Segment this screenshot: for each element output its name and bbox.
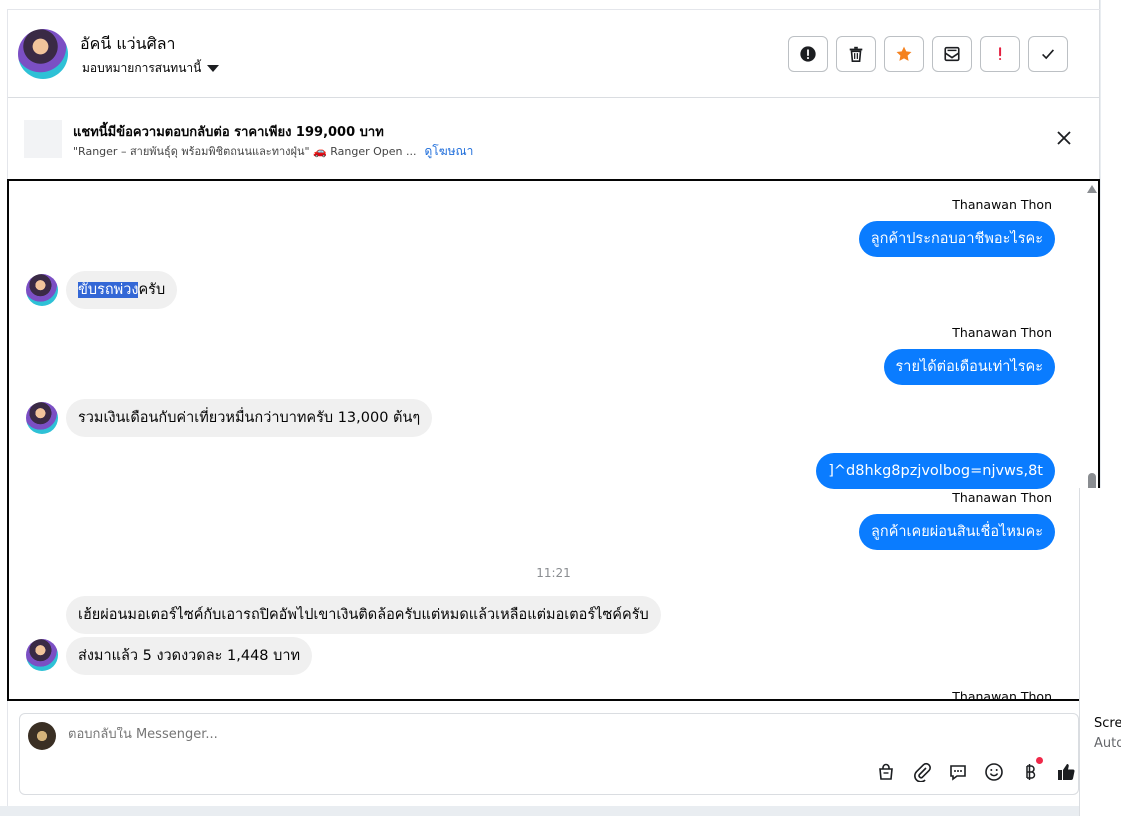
- message-thread[interactable]: Thanawan Thon ลูกค้าประกอบอาชีพอะไรคะ ขั…: [7, 179, 1100, 701]
- incoming-message[interactable]: รวมเงินเดือนกับค่าเที่ยวหมื่นกว่าบาทครับ…: [66, 399, 433, 437]
- assign-conversation-dropdown[interactable]: มอบหมายการสนทนานี้: [82, 59, 220, 78]
- incoming-message[interactable]: ส่งมาแล้ว 5 งวดงวดละ 1,448 บาท: [66, 637, 313, 675]
- customer-avatar[interactable]: [26, 402, 58, 434]
- close-icon[interactable]: [1054, 128, 1074, 148]
- contact-avatar[interactable]: [18, 29, 68, 79]
- smiley-icon: [985, 763, 1003, 781]
- thumbs-up-icon: [1058, 764, 1075, 781]
- alert-circle-icon: [800, 46, 816, 62]
- attach-button[interactable]: [911, 761, 933, 783]
- sender-name: Thanawan Thon: [952, 689, 1052, 701]
- outgoing-message[interactable]: รายได้ต่อเดือนเท่าไรคะ: [883, 349, 1055, 385]
- shop-button[interactable]: [875, 761, 897, 783]
- sender-name: Thanawan Thon: [952, 197, 1052, 212]
- preview-title-fragment: Scre: [1094, 716, 1121, 731]
- mark-done-button[interactable]: [1028, 36, 1068, 72]
- view-ad-link[interactable]: ดูโฆษณา: [424, 144, 473, 158]
- composer-toolbar: [875, 757, 1077, 783]
- report-alert-button[interactable]: [788, 36, 828, 72]
- delete-button[interactable]: [836, 36, 876, 72]
- ad-banner-subtitle: "Ranger – สายพันธุ์ดุ พร้อมพิชิตถนนและทา…: [73, 142, 473, 161]
- star-button[interactable]: [884, 36, 924, 72]
- shopping-bag-icon: [879, 763, 893, 780]
- exclamation-icon: [999, 47, 1002, 61]
- paperclip-icon: [914, 762, 931, 782]
- follow-up-button[interactable]: [980, 36, 1020, 72]
- payment-button[interactable]: [1019, 757, 1043, 783]
- check-icon: [1042, 49, 1055, 60]
- outgoing-message[interactable]: ลูกค้าเคยผ่อนสินเชื่อไหมคะ: [859, 514, 1055, 550]
- message-text: ครับ: [138, 282, 166, 298]
- saved-replies-button[interactable]: [947, 761, 969, 783]
- ad-reply-banner: แชทนี้มีข้อความตอบกลับต่อ ราคาเพียง 199,…: [8, 99, 1100, 177]
- mark-unread-button[interactable]: [932, 36, 972, 72]
- caret-down-icon: [207, 65, 220, 72]
- reply-composer: [19, 713, 1079, 795]
- incoming-message[interactable]: เฮ้ยผ่อนมอเตอร์ไซค์กับเอารถปิคอัพไปเขาเง…: [66, 596, 661, 634]
- sender-name: Thanawan Thon: [952, 325, 1052, 340]
- emoji-button[interactable]: [983, 761, 1005, 783]
- inbox-conversation-pane: อัคนี แว่นศิลา มอบหมายการสนทนานี้ แชทนี้…: [0, 0, 1100, 806]
- ad-description: "Ranger – สายพันธุ์ดุ พร้อมพิชิตถนนและทา…: [73, 145, 417, 158]
- envelope-icon: [944, 46, 960, 62]
- outgoing-message[interactable]: ]^d8hkg8pzjvolbog=njvws,8t: [816, 453, 1055, 489]
- sender-name: Thanawan Thon: [952, 490, 1052, 505]
- ad-banner-title: แชทนี้มีข้อความตอบกลับต่อ ราคาเพียง 199,…: [73, 125, 384, 140]
- like-button[interactable]: [1055, 761, 1077, 783]
- customer-avatar[interactable]: [26, 274, 58, 306]
- message-timestamp: 11:21: [536, 566, 571, 580]
- trash-icon: [849, 46, 863, 63]
- selected-text: ขับรถพ่วง: [78, 282, 139, 298]
- screenshot-preview-panel: Scre Auto: [1079, 488, 1121, 816]
- background-window-edge: [1101, 0, 1121, 488]
- chat-bubble-icon: [950, 765, 966, 781]
- outgoing-message[interactable]: ลูกค้าประกอบอาชีพอะไรคะ: [858, 221, 1055, 257]
- conversation-header: อัคนี แว่นศิลา มอบหมายการสนทนานี้: [8, 10, 1100, 98]
- notification-dot: [1036, 757, 1043, 764]
- star-icon: [896, 46, 912, 61]
- contact-name[interactable]: อัคนี แว่นศิลา: [80, 32, 176, 57]
- conversation-actions: [788, 36, 1068, 72]
- assign-conversation-label: มอบหมายการสนทนานี้: [82, 61, 202, 75]
- customer-avatar[interactable]: [26, 639, 58, 671]
- preview-subtitle-fragment: Auto: [1094, 736, 1121, 751]
- ad-thumbnail[interactable]: [24, 120, 62, 158]
- incoming-message[interactable]: ขับรถพ่วงครับ: [66, 271, 178, 309]
- baht-icon: [1026, 764, 1036, 780]
- reply-input[interactable]: [68, 727, 768, 742]
- page-avatar: [28, 722, 56, 750]
- scroll-up-arrow-icon[interactable]: [1087, 185, 1097, 193]
